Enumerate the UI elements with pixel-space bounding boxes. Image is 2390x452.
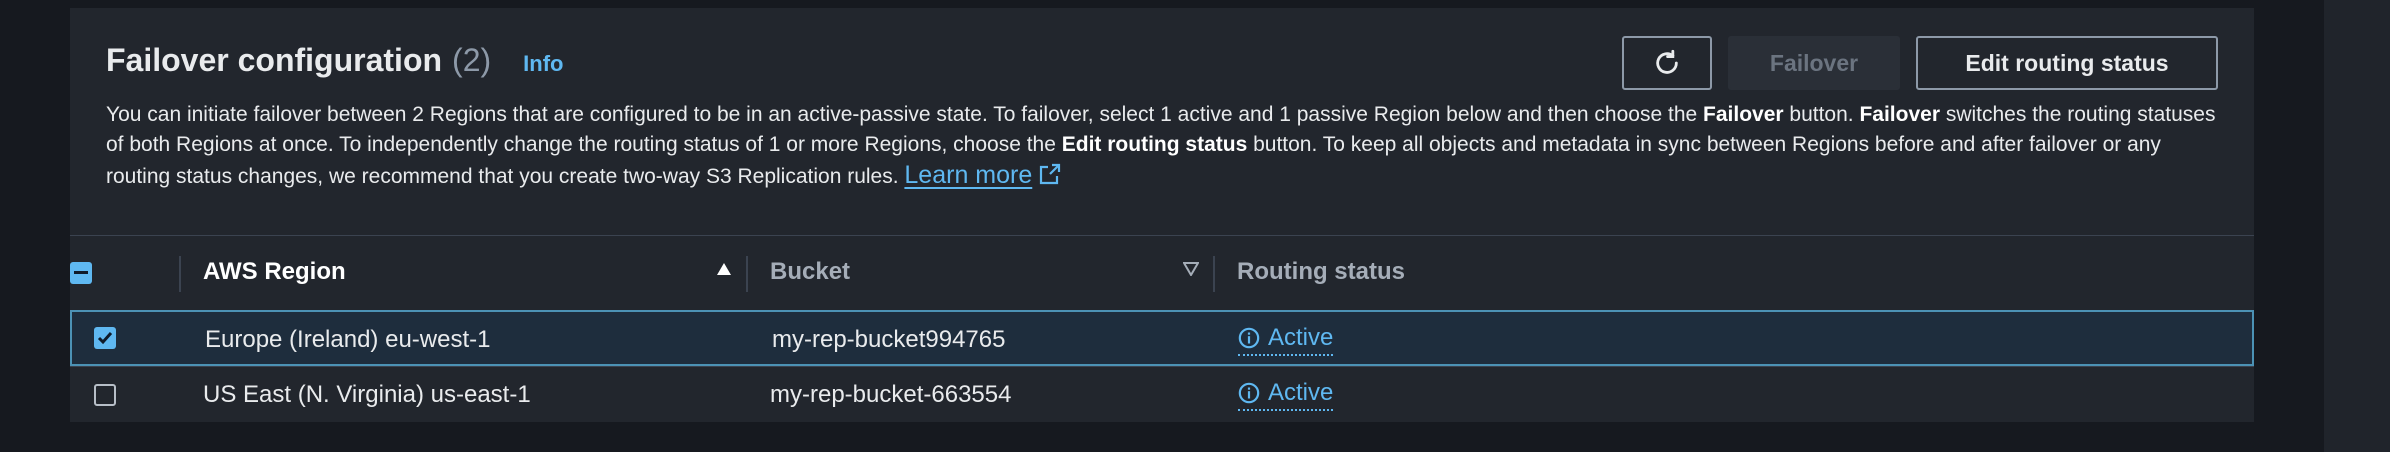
regions-table: AWS Region Bucket Routing status Europe … [70,235,2254,422]
row-checkbox[interactable] [94,384,116,406]
description-text: button. [1783,103,1860,126]
table-header: AWS Region Bucket Routing status [70,235,2254,310]
status-label: Active [1268,324,1334,351]
learn-more-link[interactable]: Learn more [904,161,1062,189]
sort-ascending-icon[interactable] [716,262,732,276]
checkmark-icon [97,332,113,345]
description-text: You can initiate failover between 2 Regi… [106,103,1704,126]
learn-more-label: Learn more [904,161,1033,189]
column-divider [1213,256,1215,292]
refresh-icon [1656,49,1678,74]
sort-descending-icon[interactable] [1183,262,1199,276]
table-row[interactable]: Europe (Ireland) eu-west-1 my-rep-bucket… [70,310,2254,366]
routing-status-active[interactable]: Active [1238,324,1334,356]
column-header-bucket[interactable]: Bucket [770,258,850,286]
panel-header: Failover configuration (2) Info [106,42,563,79]
column-divider [746,256,748,292]
description-bold: Edit routing status [1061,133,1248,156]
panel-count: (2) [452,42,492,78]
description-bold: Failover [1859,103,1940,126]
column-header-routing-status: Routing status [1237,258,1405,285]
header-actions: Failover Edit routing status [1622,36,2218,90]
refresh-button[interactable] [1622,36,1712,90]
failover-configuration-panel: Failover configuration (2) Info Failover… [70,8,2254,422]
column-divider [179,256,181,292]
info-link[interactable]: Info [523,51,563,77]
panel-title: Failover configuration [106,42,443,78]
page: Failover configuration (2) Info Failover… [0,0,2390,452]
info-circle-icon [1238,382,1260,404]
indeterminate-icon [74,271,88,274]
side-scroll-region [2324,0,2390,452]
cell-region: Europe (Ireland) eu-west-1 [205,326,491,353]
status-label: Active [1268,379,1334,406]
routing-status-active[interactable]: Active [1238,379,1334,411]
edit-routing-status-button[interactable]: Edit routing status [1916,36,2218,90]
column-header-region[interactable]: AWS Region [203,258,346,286]
failover-button[interactable]: Failover [1728,36,1900,90]
cell-region: US East (N. Virginia) us-east-1 [203,381,531,408]
cell-bucket: my-rep-bucket-663554 [770,381,1012,408]
cell-bucket: my-rep-bucket994765 [772,326,1006,353]
external-link-icon [1040,163,1061,185]
row-checkbox[interactable] [94,327,116,349]
info-circle-icon [1238,327,1260,349]
table-row[interactable]: US East (N. Virginia) us-east-1 my-rep-b… [70,366,2254,422]
description-bold: Failover [1703,103,1784,126]
panel-description: You can initiate failover between 2 Regi… [106,100,2216,192]
select-all-checkbox[interactable] [70,262,92,284]
